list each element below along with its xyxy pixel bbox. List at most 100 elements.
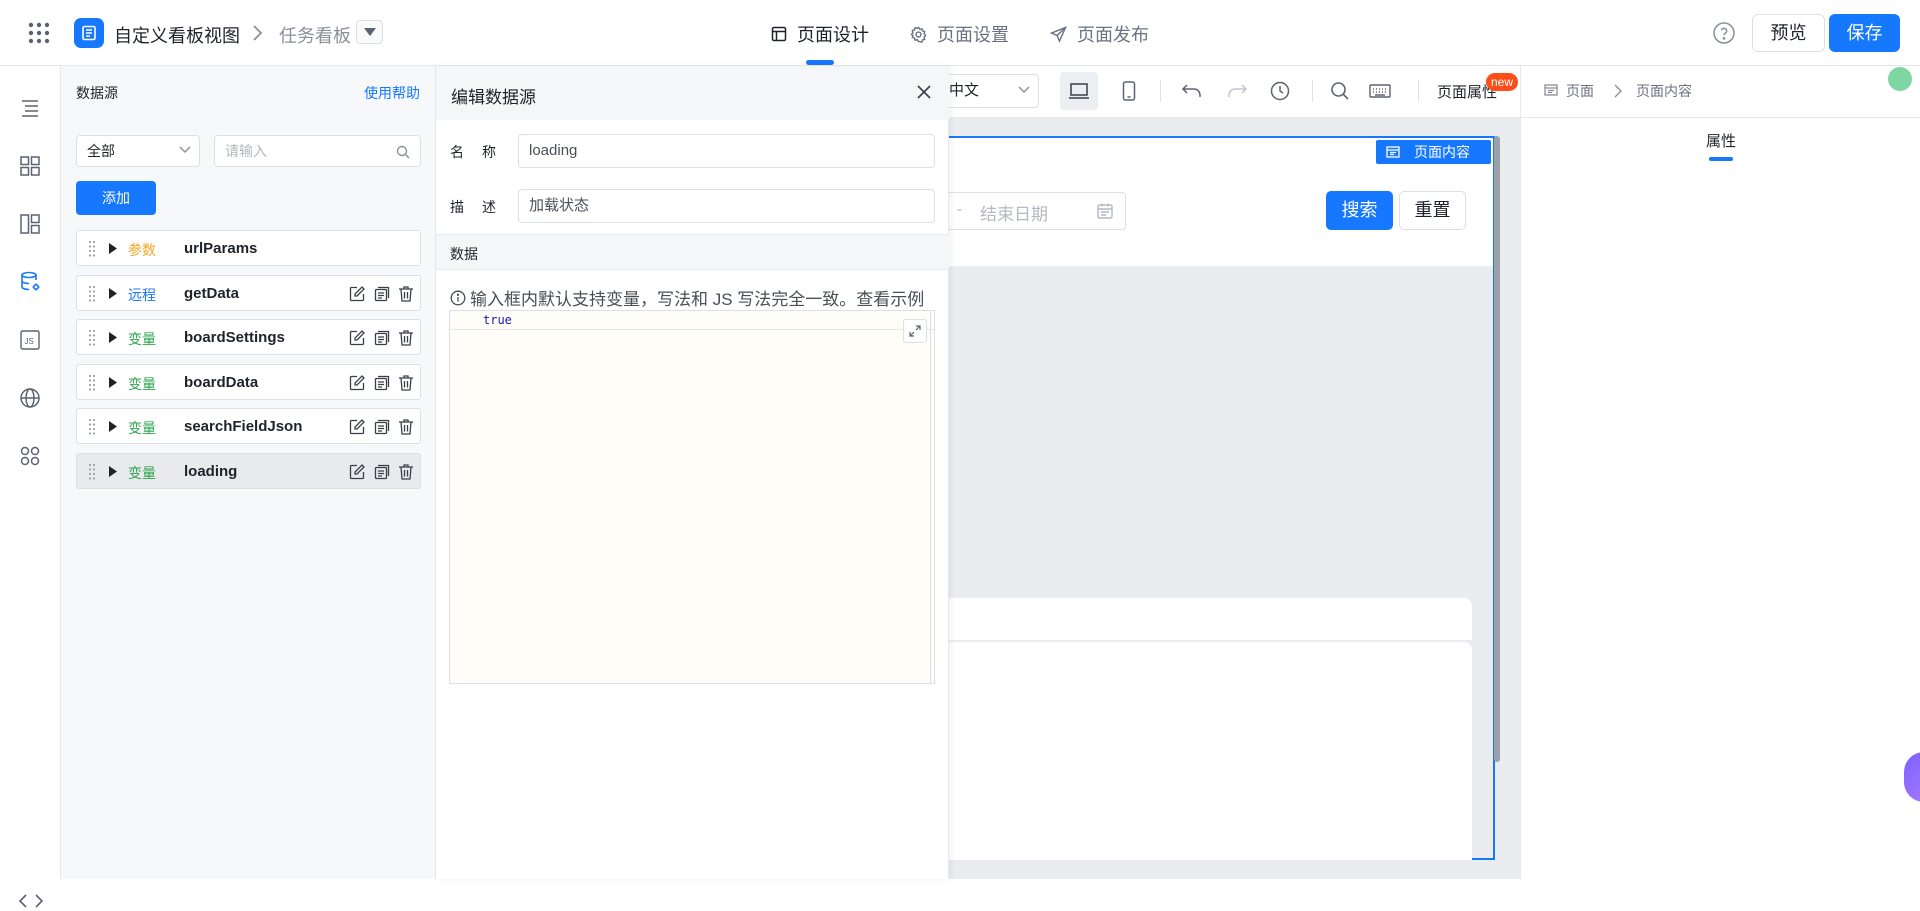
page-content-tag-label: 页面内容 — [1414, 144, 1470, 160]
content-card[interactable] — [940, 598, 1472, 640]
data-section-label: 数据 — [450, 246, 478, 262]
copy-icon[interactable] — [373, 374, 391, 392]
expand-triangle-icon[interactable] — [109, 465, 117, 477]
apps-grid-icon[interactable] — [27, 21, 51, 45]
editor-code[interactable]: true — [483, 313, 512, 327]
datasource-item[interactable]: 变量 searchFieldJson — [76, 408, 421, 444]
content-card[interactable] — [940, 642, 1472, 860]
svg-text:JS: JS — [25, 337, 34, 346]
edit-icon[interactable] — [348, 418, 366, 436]
drag-handle-icon[interactable] — [87, 374, 97, 392]
breadcrumb-page-content[interactable]: 页面内容 — [1636, 81, 1692, 101]
components-grid-icon[interactable] — [18, 154, 44, 180]
expand-triangle-icon[interactable] — [109, 287, 117, 299]
help-icon[interactable] — [1712, 21, 1736, 45]
datasource-name: urlParams — [184, 240, 258, 257]
calendar-icon[interactable] — [1096, 202, 1114, 220]
datasource-item[interactable]: 远程 getData — [76, 274, 421, 311]
copy-icon[interactable] — [373, 285, 391, 303]
phone-icon — [1122, 81, 1136, 101]
drag-handle-icon[interactable] — [87, 418, 97, 436]
delete-icon[interactable] — [398, 418, 414, 436]
drag-handle-icon[interactable] — [87, 285, 97, 303]
expand-triangle-icon[interactable] — [109, 243, 117, 254]
keyboard-shortcuts-button[interactable] — [1361, 72, 1399, 110]
page-content-tag[interactable]: 页面内容 — [1376, 140, 1491, 164]
description-field[interactable]: 加载状态 — [518, 189, 935, 223]
datasource-name: loading — [184, 462, 238, 480]
plugins-icon[interactable] — [18, 444, 44, 470]
canvas-scrollbar[interactable] — [1494, 136, 1500, 762]
globe-icon[interactable] — [18, 386, 44, 412]
layout-panels-icon[interactable] — [18, 212, 44, 238]
language-select[interactable]: 中文 — [940, 74, 1039, 108]
datasource-item[interactable]: 变量 boardSettings — [76, 319, 421, 355]
code-editor[interactable]: true — [449, 310, 935, 684]
breadcrumb-page[interactable]: 页面 — [1566, 81, 1594, 101]
toolbar-divider — [1160, 80, 1161, 102]
datasource-item[interactable]: 变量 boardData — [76, 363, 421, 400]
datasource-title: 数据源 — [76, 85, 118, 101]
delete-icon[interactable] — [398, 329, 414, 347]
keyboard-icon — [1369, 84, 1391, 98]
save-button[interactable]: 保存 — [1829, 14, 1900, 52]
mobile-view-button[interactable] — [1110, 72, 1148, 110]
datasource-actions — [348, 463, 414, 481]
copy-icon[interactable] — [373, 463, 391, 481]
delete-icon[interactable] — [398, 285, 414, 303]
expand-triangle-icon[interactable] — [109, 421, 117, 432]
edit-icon[interactable] — [348, 329, 366, 347]
database-icon[interactable] — [18, 270, 44, 296]
expand-editor-button[interactable] — [903, 319, 927, 343]
datasource-item[interactable]: 参数 urlParams — [76, 230, 421, 266]
gear-icon — [910, 25, 927, 43]
help-link[interactable]: 使用帮助 — [364, 83, 420, 103]
source-code-icon[interactable] — [18, 891, 44, 911]
edit-icon[interactable] — [348, 374, 366, 392]
chevron-down-icon — [1018, 86, 1030, 93]
undo-button[interactable] — [1173, 72, 1211, 110]
desktop-view-button[interactable] — [1060, 72, 1098, 110]
board-title[interactable]: 任务看板 — [279, 22, 351, 48]
js-code-icon[interactable]: JS — [18, 328, 44, 354]
add-datasource-button[interactable]: 添加 — [76, 181, 156, 215]
preview-button[interactable]: 预览 — [1752, 14, 1825, 52]
expand-triangle-icon[interactable] — [109, 332, 117, 343]
reset-button-preview[interactable]: 重置 — [1399, 191, 1466, 230]
search-icon — [1331, 82, 1349, 100]
drag-handle-icon[interactable] — [87, 240, 97, 258]
breadcrumb-chevron-icon — [1613, 84, 1623, 98]
datasource-type-select[interactable]: 全部 — [76, 135, 200, 167]
editor-tip-text[interactable]: 输入框内默认支持变量，写法和 JS 写法完全一致。查看示例 — [470, 285, 924, 310]
datasource-actions — [348, 418, 414, 436]
tab-page-publish[interactable]: 页面发布 — [1050, 21, 1149, 47]
name-label: 名称 — [450, 144, 514, 160]
editor-scrollbar[interactable] — [930, 311, 934, 683]
edit-icon[interactable] — [348, 285, 366, 303]
expand-triangle-icon[interactable] — [109, 376, 117, 388]
close-icon[interactable] — [915, 83, 933, 101]
datasource-kind: 变量 — [128, 331, 156, 347]
outline-tree-icon[interactable] — [18, 96, 44, 122]
delete-icon[interactable] — [398, 463, 414, 481]
datasource-kind: 远程 — [128, 286, 156, 303]
tab-page-settings[interactable]: 页面设置 — [910, 21, 1009, 47]
app-title[interactable]: 自定义看板视图 — [114, 22, 240, 48]
edit-icon[interactable] — [348, 463, 366, 481]
delete-icon[interactable] — [398, 374, 414, 392]
redo-button[interactable] — [1218, 72, 1256, 110]
tab-page-design[interactable]: 页面设计 — [771, 21, 869, 47]
name-field[interactable]: loading — [518, 134, 935, 168]
datasource-search-input[interactable] — [215, 136, 385, 166]
board-dropdown-button[interactable] — [356, 20, 383, 44]
search-button-preview[interactable]: 搜索 — [1326, 191, 1393, 230]
copy-icon[interactable] — [373, 329, 391, 347]
copy-icon[interactable] — [373, 418, 391, 436]
tab-properties[interactable]: 属性 — [1706, 130, 1736, 151]
search-button[interactable] — [1321, 72, 1359, 110]
drag-handle-icon[interactable] — [87, 329, 97, 347]
laptop-icon — [1069, 83, 1089, 99]
history-button[interactable] — [1261, 72, 1299, 110]
datasource-item[interactable]: 变量 loading — [76, 452, 421, 489]
drag-handle-icon[interactable] — [87, 463, 97, 481]
